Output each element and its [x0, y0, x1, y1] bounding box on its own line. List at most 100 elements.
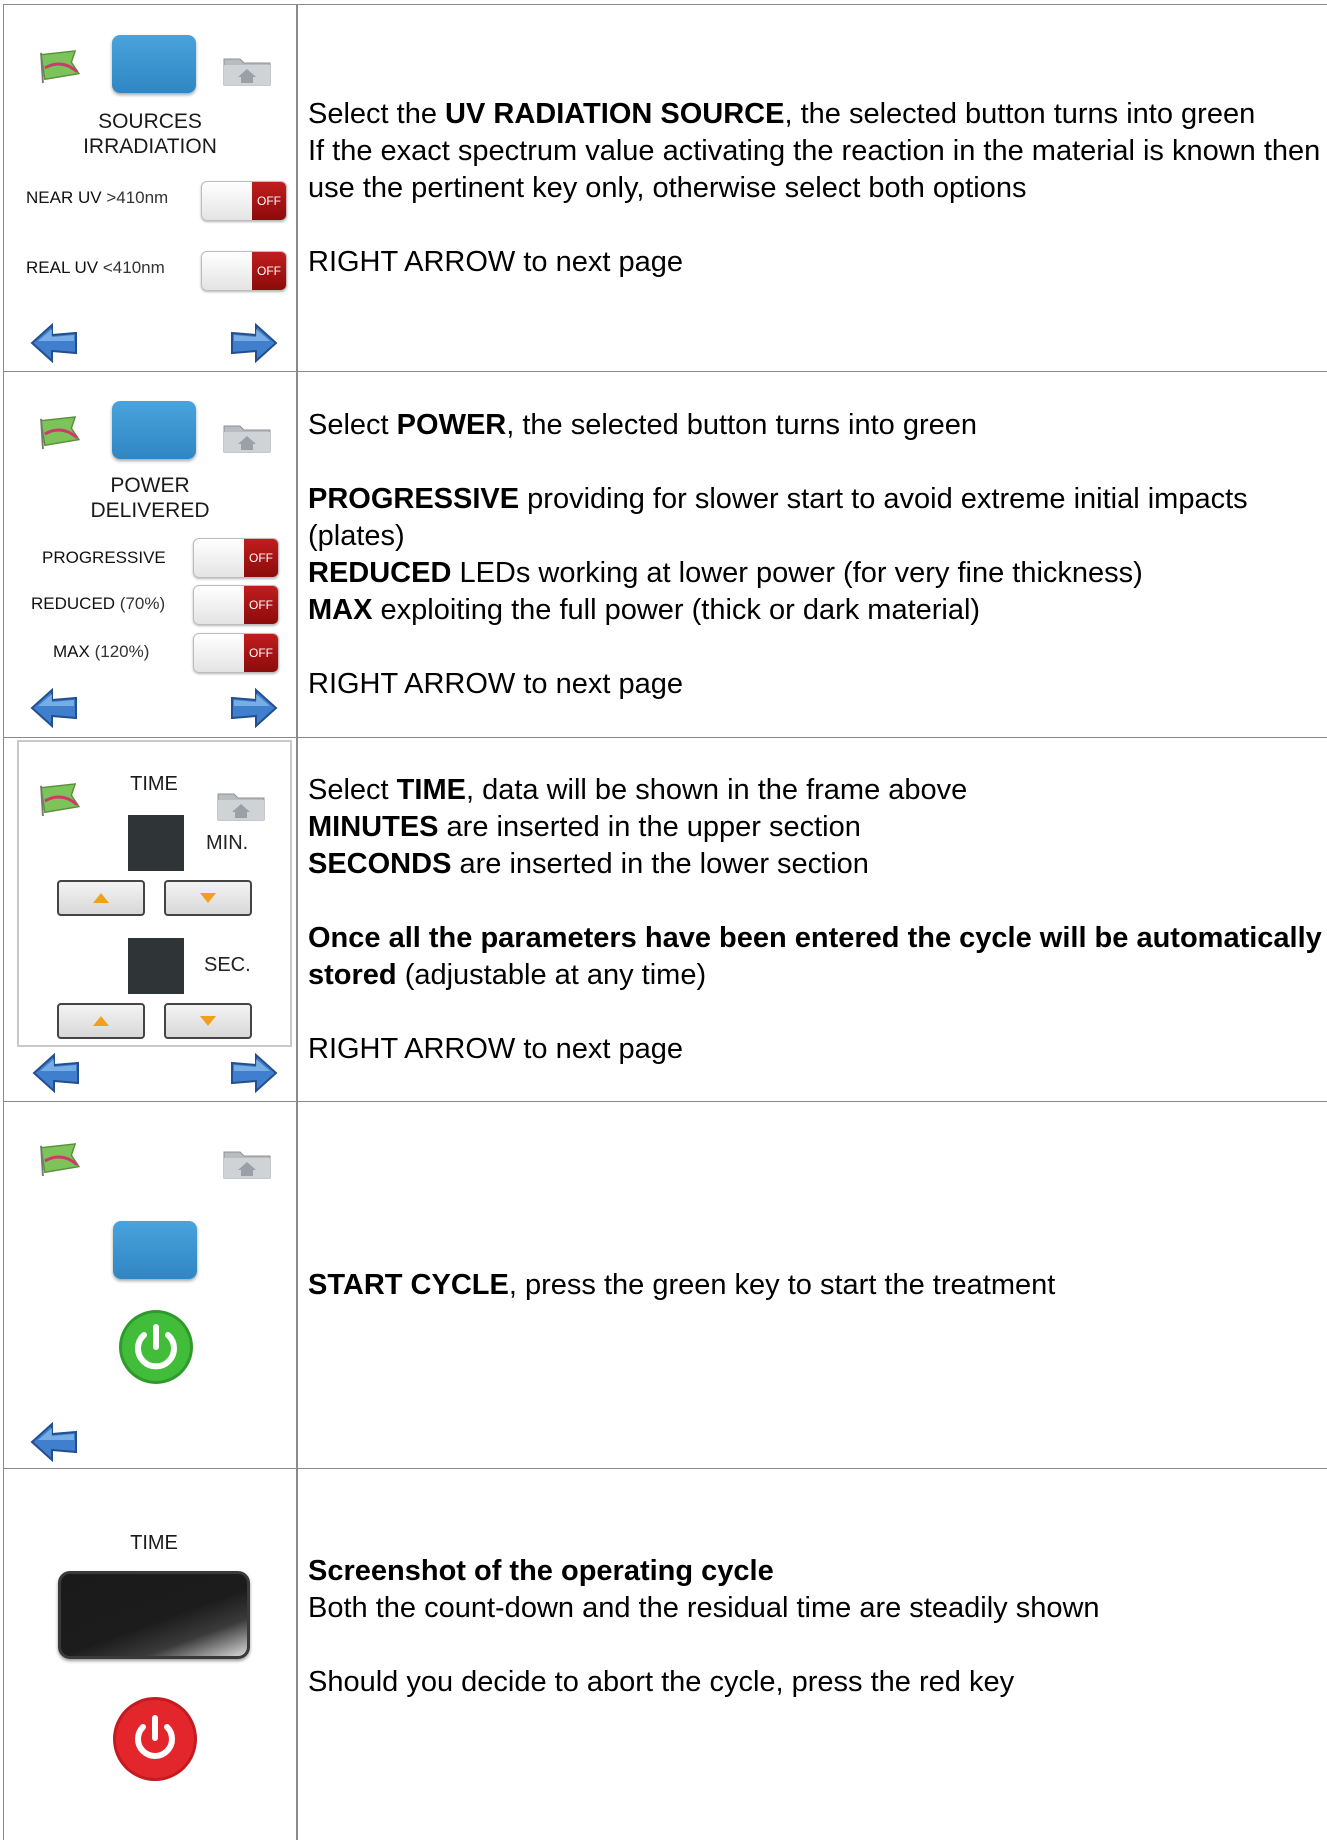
- flag-icon[interactable]: [36, 1142, 84, 1178]
- bold-text: POWER: [396, 408, 507, 441]
- left-arrow-icon[interactable]: [32, 1053, 80, 1093]
- bold-text: Screenshot of the operating cycle: [308, 1555, 774, 1587]
- paragraph: Screenshot of the operating cycle: [308, 1553, 1327, 1590]
- bold-text: REDUCED: [308, 556, 452, 589]
- paragraph: RIGHT ARROW to next page: [308, 667, 683, 700]
- row-power: POWER DELIVERED PROGRESSIVE OFF REDUCED …: [4, 372, 1327, 738]
- option-sub: >410nm: [106, 188, 169, 207]
- home-icon[interactable]: [216, 786, 266, 822]
- paragraph: Should you decide to abort the cycle, pr…: [308, 1666, 1015, 1698]
- bold-text: TIME: [396, 773, 466, 806]
- reduced-toggle[interactable]: OFF: [193, 585, 279, 625]
- flag-icon[interactable]: [36, 415, 84, 451]
- row-uv-source: SOURCES IRRADIATION NEAR UV >410nm OFF R…: [4, 5, 1327, 372]
- home-icon[interactable]: [222, 1144, 272, 1180]
- option-label: NEAR UV: [26, 188, 102, 207]
- right-arrow-icon[interactable]: [230, 688, 278, 728]
- option-label: MAX: [53, 642, 90, 661]
- row-time: TIME MIN. SEC. Select TIME, data will be…: [4, 738, 1327, 1102]
- minutes-label: MIN.: [206, 832, 249, 854]
- row-operating-cycle: TIME Screenshot of the operating cycle B…: [4, 1469, 1327, 1840]
- seconds-display: [128, 938, 184, 994]
- blue-button[interactable]: [112, 35, 196, 93]
- option-sub: (120%): [94, 642, 150, 661]
- title-line-1: POWER: [110, 474, 190, 497]
- panel-uv-source: SOURCES IRRADIATION NEAR UV >410nm OFF R…: [4, 5, 298, 371]
- bold-text: MAX: [308, 593, 373, 626]
- progressive-toggle[interactable]: OFF: [193, 538, 279, 578]
- option-max-label: MAX (120%): [53, 642, 149, 662]
- paragraph: Both the count-down and the residual tim…: [308, 1592, 1100, 1624]
- seconds-up-button[interactable]: [57, 1003, 145, 1039]
- panel-title: SOURCES IRRADIATION: [4, 109, 296, 159]
- paragraph: START CYCLE, press the green key to star…: [308, 1267, 1327, 1304]
- panel-title: POWER DELIVERED: [4, 473, 296, 523]
- text: , data will be shown in the frame above: [465, 773, 968, 806]
- bold-text: START CYCLE: [308, 1268, 509, 1301]
- panel-title: TIME: [130, 1532, 178, 1554]
- blue-button[interactable]: [112, 401, 196, 459]
- text: Select the: [308, 97, 446, 130]
- toggle-state: OFF: [244, 586, 278, 624]
- panel-power: POWER DELIVERED PROGRESSIVE OFF REDUCED …: [4, 372, 298, 737]
- text: LEDs working at lower power (for very fi…: [451, 556, 1143, 589]
- paragraph: Select POWER, the selected button turns …: [308, 407, 1327, 444]
- description-operating: Screenshot of the operating cycle Both t…: [298, 1469, 1327, 1840]
- option-sub: (70%): [119, 594, 166, 613]
- option-reduced-label: REDUCED (70%): [31, 594, 165, 614]
- left-arrow-icon[interactable]: [30, 1422, 78, 1462]
- row-start-cycle: START CYCLE, press the green key to star…: [4, 1102, 1327, 1469]
- option-progressive-label: PROGRESSIVE: [42, 548, 166, 568]
- left-arrow-icon[interactable]: [30, 323, 78, 363]
- paragraph: MINUTES are inserted in the upper sectio…: [308, 809, 1327, 846]
- text: Select: [308, 408, 397, 441]
- countdown-display: [58, 1571, 250, 1659]
- real-uv-toggle[interactable]: OFF: [201, 251, 287, 291]
- home-icon[interactable]: [222, 51, 272, 87]
- text: , the selected button turns into green: [506, 408, 977, 441]
- description-power: Select POWER, the selected button turns …: [298, 372, 1327, 737]
- title-line-1: SOURCES: [98, 110, 202, 133]
- paragraph: If the exact spectrum value activating t…: [308, 134, 1321, 204]
- blue-button[interactable]: [113, 1221, 197, 1279]
- text: (adjustable at any time): [396, 958, 707, 991]
- option-label: PROGRESSIVE: [42, 548, 166, 567]
- minutes-up-button[interactable]: [57, 880, 145, 916]
- near-uv-toggle[interactable]: OFF: [201, 181, 287, 221]
- title-line-2: DELIVERED: [90, 499, 210, 522]
- flag-icon[interactable]: [36, 49, 84, 85]
- paragraph: PROGRESSIVE providing for slower start t…: [308, 481, 1327, 555]
- start-power-button[interactable]: [118, 1309, 194, 1385]
- right-arrow-icon[interactable]: [230, 323, 278, 363]
- paragraph: MAX exploiting the full power (thick or …: [308, 592, 1327, 629]
- seconds-label: SEC.: [204, 954, 251, 976]
- text: , the selected button turns into green: [784, 97, 1256, 130]
- toggle-state: OFF: [244, 539, 278, 577]
- description-time: Select TIME, data will be shown in the f…: [298, 738, 1327, 1101]
- max-toggle[interactable]: OFF: [193, 633, 279, 673]
- option-sub: <410nm: [102, 258, 165, 277]
- option-real-uv-label: REAL UV <410nm: [26, 258, 165, 278]
- minutes-down-button[interactable]: [164, 880, 252, 916]
- toggle-state: OFF: [252, 252, 286, 290]
- toggle-state: OFF: [252, 182, 286, 220]
- home-icon[interactable]: [222, 418, 272, 454]
- text: are inserted in the upper section: [438, 810, 861, 843]
- left-arrow-icon[interactable]: [30, 688, 78, 728]
- option-label: REAL UV: [26, 258, 99, 277]
- seconds-down-button[interactable]: [164, 1003, 252, 1039]
- panel-time: TIME MIN. SEC.: [4, 738, 298, 1101]
- text: exploiting the full power (thick or dark…: [372, 593, 981, 626]
- up-triangle-icon: [93, 893, 109, 903]
- paragraph: SECONDS are inserted in the lower sectio…: [308, 846, 1327, 883]
- paragraph: Select the UV RADIATION SOURCE, the sele…: [308, 96, 1327, 133]
- right-arrow-icon[interactable]: [230, 1053, 278, 1093]
- down-triangle-icon: [200, 1016, 216, 1026]
- up-triangle-icon: [93, 1016, 109, 1026]
- paragraph: RIGHT ARROW to next page: [308, 1032, 683, 1065]
- text: Select: [308, 773, 397, 806]
- description-start: START CYCLE, press the green key to star…: [298, 1102, 1327, 1468]
- down-triangle-icon: [200, 893, 216, 903]
- description-uv-source: Select the UV RADIATION SOURCE, the sele…: [298, 5, 1327, 371]
- stop-power-button[interactable]: [112, 1696, 198, 1782]
